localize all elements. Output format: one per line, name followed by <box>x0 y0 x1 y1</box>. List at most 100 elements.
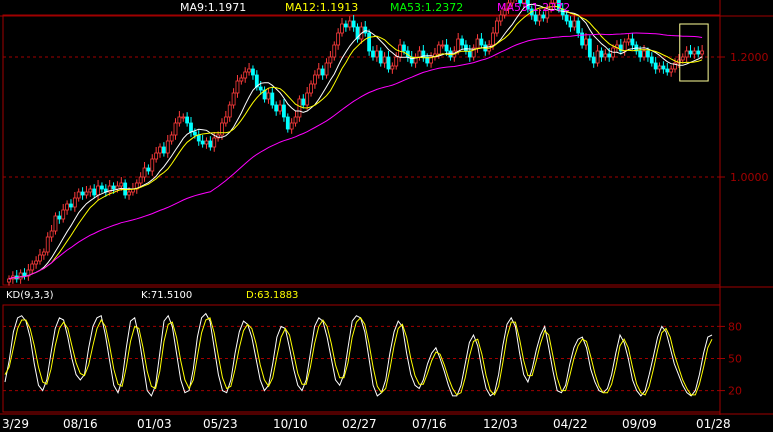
candle-body <box>363 26 368 34</box>
candle-body <box>7 278 11 283</box>
candle-body <box>88 188 93 193</box>
candle-body <box>185 116 190 124</box>
candle-body <box>630 38 635 46</box>
price-tick-label: 1.0000 <box>730 171 769 184</box>
candle-body <box>92 188 97 196</box>
d-line <box>4 317 713 396</box>
candle-body <box>247 68 251 73</box>
candle-body <box>382 56 387 64</box>
candle-body <box>537 14 542 22</box>
x-tick-label: 3/29 <box>2 417 29 431</box>
candle-body <box>347 20 352 28</box>
candle-body <box>642 50 646 58</box>
candle-body <box>22 272 27 277</box>
ma9-line <box>8 3 703 280</box>
candle-body <box>665 68 670 73</box>
candle-body <box>270 92 275 106</box>
candle-body <box>584 38 588 46</box>
candle-body <box>367 32 372 52</box>
candle-body <box>576 20 581 34</box>
candle-body <box>45 236 50 253</box>
stock-chart[interactable]: 1.00001.20001.2100205080 <box>0 0 773 432</box>
candle-body <box>243 71 248 79</box>
candle-body <box>146 167 151 172</box>
candle-body <box>456 38 461 52</box>
candle-body <box>96 185 100 196</box>
candle-body <box>622 41 627 52</box>
candle-body <box>127 191 131 196</box>
candle-body <box>200 140 205 145</box>
kd-tick-label: 80 <box>728 320 742 333</box>
candle-body <box>324 62 329 76</box>
candle-body <box>378 50 383 64</box>
candle-body <box>440 44 445 47</box>
candle-body <box>258 86 263 91</box>
candle-body <box>53 215 58 232</box>
candle-body <box>444 44 449 52</box>
candle-body <box>371 50 375 58</box>
kd-k-value: K:71.5100 <box>141 290 193 301</box>
price-tick-label: 1.2000 <box>730 51 769 64</box>
x-tick-label: 01/28 <box>696 417 731 431</box>
candle-body <box>436 44 441 55</box>
candle-body <box>626 38 631 43</box>
candle-body <box>293 116 298 124</box>
candle-body <box>65 203 69 211</box>
candle-body <box>69 203 73 208</box>
candle-body <box>61 209 66 220</box>
chart-title: 欧元美元(3814)周线 <box>5 3 108 16</box>
candle-body <box>189 122 193 133</box>
candle-body <box>309 83 313 94</box>
candle-body <box>638 50 643 58</box>
x-tick-label: 05/23 <box>203 417 238 431</box>
x-tick-label: 09/09 <box>622 417 657 431</box>
candle-body <box>84 191 89 196</box>
candle-body <box>208 140 213 148</box>
candle-body <box>340 23 344 34</box>
candle-body <box>138 176 143 184</box>
candle-body <box>76 191 81 199</box>
ma9-label: MA9:1.1971 <box>180 1 247 14</box>
x-tick-label: 12/03 <box>483 417 518 431</box>
candle-body <box>692 50 697 55</box>
candle-body <box>649 56 654 64</box>
candle-body <box>595 50 600 64</box>
candle-body <box>177 116 182 124</box>
candle-body <box>591 56 596 64</box>
candle-body <box>394 56 399 67</box>
ma12-line <box>8 5 703 280</box>
candle-body <box>498 14 503 22</box>
candle-body <box>696 50 701 55</box>
candle-body <box>564 14 569 22</box>
candle-body <box>599 50 604 58</box>
candle-body <box>688 50 693 55</box>
candle-body <box>653 62 658 70</box>
x-tick-label: 02/27 <box>342 417 377 431</box>
candle-body <box>320 68 325 76</box>
kd-d-value: D:63.1883 <box>246 290 299 301</box>
candle-body <box>467 50 472 58</box>
candle-body <box>343 23 348 28</box>
candle-body <box>336 32 341 46</box>
candle-body <box>417 50 422 58</box>
candle-body <box>34 260 39 265</box>
x-tick-label: 07/16 <box>412 417 447 431</box>
candle-body <box>150 158 155 172</box>
candle-body <box>169 134 174 142</box>
x-tick-label: 04/22 <box>553 417 588 431</box>
x-tick-label: 01/03 <box>137 417 172 431</box>
candle-body <box>278 104 282 112</box>
candle-body <box>386 56 391 70</box>
candle-body <box>475 38 480 49</box>
candle-body <box>72 197 77 208</box>
candle-body <box>603 53 608 58</box>
candle-body <box>282 104 286 118</box>
candle-body <box>57 215 62 220</box>
candle-body <box>680 56 685 61</box>
candle-body <box>657 65 662 70</box>
candle-body <box>390 65 395 70</box>
candle-body <box>212 137 217 148</box>
candle-body <box>313 74 317 85</box>
candle-body <box>239 77 244 82</box>
candle-body <box>464 44 468 52</box>
